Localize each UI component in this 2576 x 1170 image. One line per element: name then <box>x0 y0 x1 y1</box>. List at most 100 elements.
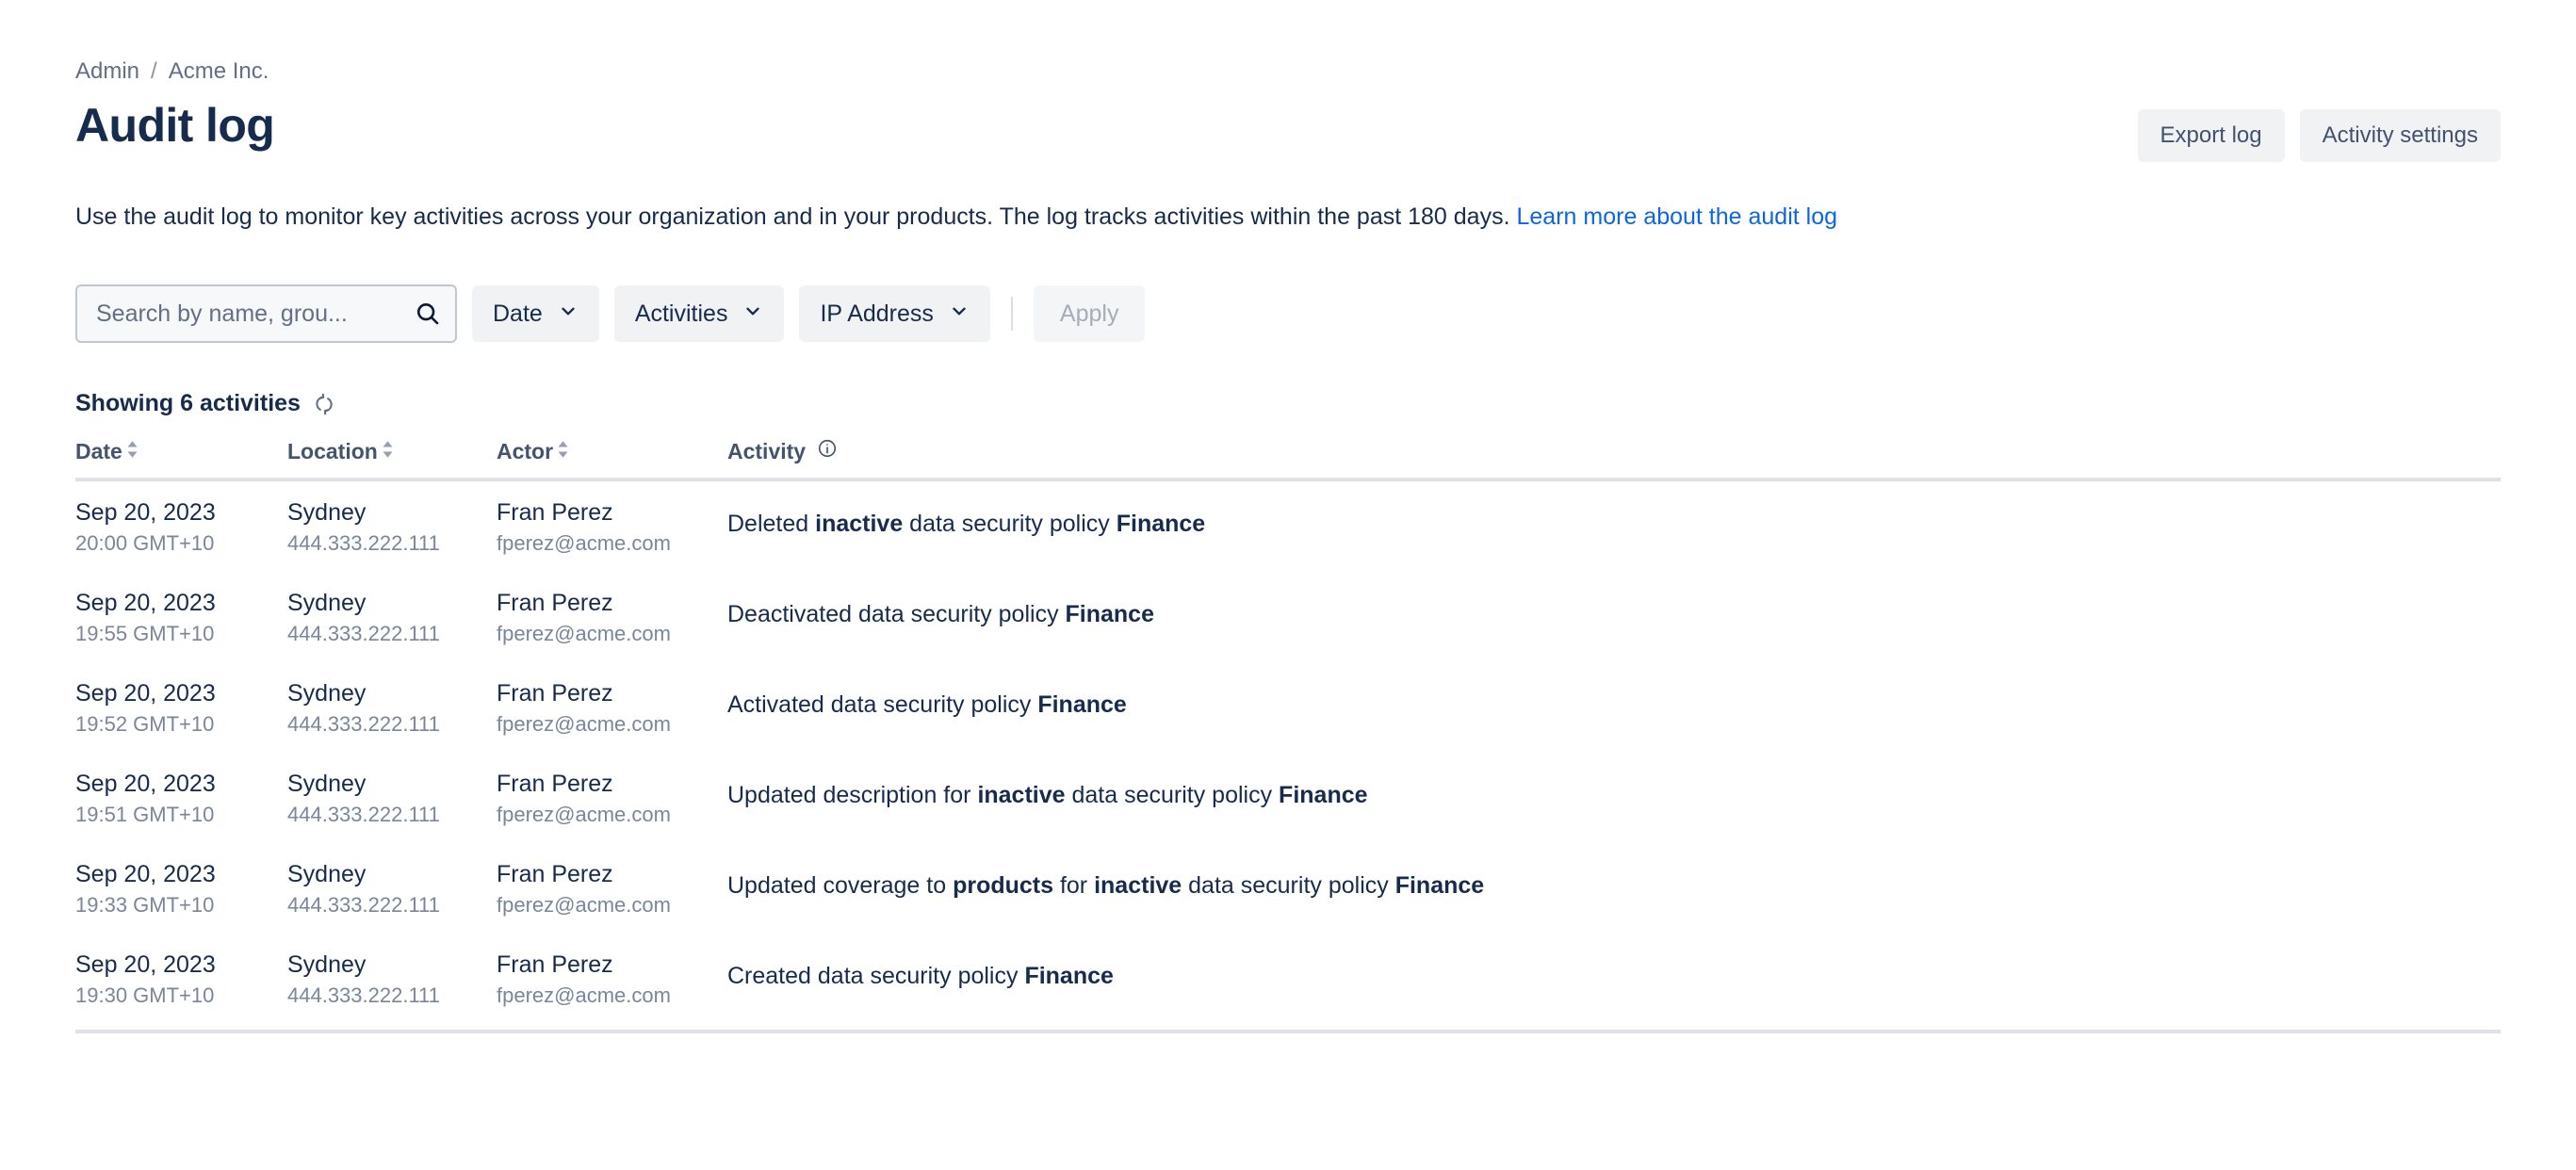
breadcrumb-separator: / <box>151 58 157 84</box>
audit-log-page: Admin / Acme Inc. Audit log Export log A… <box>0 0 2576 1033</box>
table-row: Sep 20, 2023 19:55 GMT+10 Sydney 444.333.22… <box>75 572 2501 662</box>
cell-actor-name: Fran Perez <box>497 499 613 526</box>
sort-icon[interactable] <box>126 439 139 464</box>
export-log-button[interactable]: Export log <box>2137 109 2285 162</box>
cell-date: Sep 20, 2023 <box>75 771 216 797</box>
description-text: Use the audit log to monitor key activit… <box>75 203 1510 230</box>
cell-time: 19:33 GMT+10 <box>75 893 215 917</box>
cell-date: Sep 20, 2023 <box>75 861 216 887</box>
search-input[interactable] <box>94 299 408 329</box>
table-row: Sep 20, 2023 19:52 GMT+10 Sydney 444.333.22… <box>75 662 2501 753</box>
table-cell: Sydney 444.333.222.111 <box>287 753 497 843</box>
table-cell: Sydney 444.333.222.111 <box>287 934 497 1033</box>
cell-ip: 444.333.222.111 <box>287 983 440 1007</box>
table-head: Date Location Actor Activity <box>75 438 2501 481</box>
cell-actor-email: fperez@acme.com <box>497 893 671 917</box>
results-summary: Showing 6 activities <box>75 390 2501 417</box>
table-cell: Sep 20, 2023 20:00 GMT+10 <box>75 479 287 572</box>
cell-actor-email: fperez@acme.com <box>497 803 671 826</box>
cell-time: 19:30 GMT+10 <box>75 983 215 1007</box>
sort-icon[interactable] <box>557 439 569 464</box>
table-cell: Sep 20, 2023 19:52 GMT+10 <box>75 662 287 753</box>
cell-date: Sep 20, 2023 <box>75 590 216 616</box>
table-cell: Fran Perez fperez@acme.com <box>497 479 727 572</box>
activity-settings-button[interactable]: Activity settings <box>2299 109 2501 162</box>
activity-emphasis: inactive <box>977 782 1066 808</box>
table-cell: Sydney 444.333.222.111 <box>287 843 497 934</box>
activity-text: Deleted <box>727 511 816 537</box>
table-cell: Sep 20, 2023 19:51 GMT+10 <box>75 753 287 843</box>
title-row: Audit log Export log Activity settings <box>75 98 2501 162</box>
cell-activity: Created data security policy Finance <box>727 934 2501 1033</box>
cell-location: Sydney <box>287 590 367 616</box>
cell-activity: Deleted inactive data security policy Fi… <box>727 479 2501 572</box>
chevron-down-icon <box>949 300 970 328</box>
table-row: Sep 20, 2023 19:30 GMT+10 Sydney 444.333.22… <box>75 934 2501 1033</box>
cell-date: Sep 20, 2023 <box>75 951 216 978</box>
cell-actor-email: fperez@acme.com <box>497 622 671 645</box>
table-cell: Fran Perez fperez@acme.com <box>497 572 727 662</box>
column-header-location[interactable]: Location <box>287 438 497 481</box>
activity-emphasis: Finance <box>1394 872 1485 899</box>
column-header-date-label: Date <box>75 439 122 463</box>
cell-activity: Deactivated data security policy Finance <box>727 572 2501 662</box>
table-cell: Sep 20, 2023 19:55 GMT+10 <box>75 572 287 662</box>
cell-location: Sydney <box>287 951 367 978</box>
sort-icon[interactable] <box>382 439 394 464</box>
refresh-icon[interactable] <box>312 392 336 416</box>
cell-actor-name: Fran Perez <box>497 861 613 887</box>
filter-bar: Date Activities IP Address Apply <box>75 284 2501 343</box>
cell-date: Sep 20, 2023 <box>75 499 216 526</box>
activity-text: Updated description for <box>727 782 978 808</box>
activity-text: Deactivated data security policy <box>727 601 1066 627</box>
cell-ip: 444.333.222.111 <box>287 712 440 736</box>
table-cell: Sydney 444.333.222.111 <box>287 572 497 662</box>
column-header-actor[interactable]: Actor <box>497 438 727 481</box>
activity-text: data security policy <box>1065 782 1280 808</box>
title-actions: Export log Activity settings <box>2137 98 2501 162</box>
table-cell: Sep 20, 2023 19:33 GMT+10 <box>75 843 287 934</box>
learn-more-link[interactable]: Learn more about the audit log <box>1517 203 1838 230</box>
activities-filter-button[interactable]: Activities <box>613 285 785 342</box>
column-header-date[interactable]: Date <box>75 438 287 481</box>
cell-location: Sydney <box>287 861 367 887</box>
date-filter-label: Date <box>493 301 543 327</box>
column-header-activity: Activity <box>727 438 2501 481</box>
table-cell: Fran Perez fperez@acme.com <box>497 662 727 753</box>
activity-text: Updated coverage to <box>727 872 954 899</box>
date-filter-button[interactable]: Date <box>472 285 599 342</box>
activity-text: Created data security policy <box>727 963 1025 989</box>
breadcrumb-item-admin[interactable]: Admin <box>75 58 139 85</box>
cell-location: Sydney <box>287 771 367 797</box>
cell-time: 20:00 GMT+10 <box>75 531 215 555</box>
search-icon[interactable] <box>414 300 442 328</box>
cell-date: Sep 20, 2023 <box>75 680 216 707</box>
column-header-actor-label: Actor <box>497 439 554 463</box>
cell-actor-name: Fran Perez <box>497 590 613 616</box>
cell-activity: Updated coverage to products for inactiv… <box>727 843 2501 934</box>
apply-button[interactable]: Apply <box>1033 285 1146 342</box>
column-header-activity-label: Activity <box>727 438 807 463</box>
ip-address-filter-button[interactable]: IP Address <box>799 285 990 342</box>
activity-text: data security policy <box>903 511 1117 537</box>
table-cell: Fran Perez fperez@acme.com <box>497 753 727 843</box>
ip-address-filter-label: IP Address <box>820 301 934 327</box>
search-field[interactable] <box>75 284 457 343</box>
cell-time: 19:55 GMT+10 <box>75 622 215 645</box>
chevron-down-icon <box>558 300 579 328</box>
cell-actor-name: Fran Perez <box>497 951 613 978</box>
table-row: Sep 20, 2023 20:00 GMT+10 Sydney 444.333.22… <box>75 479 2501 572</box>
cell-time: 19:51 GMT+10 <box>75 803 215 826</box>
activity-emphasis: Finance <box>1279 782 1368 808</box>
breadcrumb-item-organization[interactable]: Acme Inc. <box>169 58 269 85</box>
activity-emphasis: Finance <box>1024 963 1114 989</box>
cell-actor-name: Fran Perez <box>497 680 613 707</box>
cell-actor-email: fperez@acme.com <box>497 531 671 555</box>
cell-ip: 444.333.222.111 <box>287 893 440 917</box>
cell-activity: Updated description for inactive data se… <box>727 753 2501 843</box>
info-icon[interactable] <box>817 438 838 464</box>
cell-actor-email: fperez@acme.com <box>497 712 671 736</box>
cell-location: Sydney <box>287 499 367 526</box>
filter-divider <box>1010 297 1013 331</box>
table-cell: Fran Perez fperez@acme.com <box>497 843 727 934</box>
